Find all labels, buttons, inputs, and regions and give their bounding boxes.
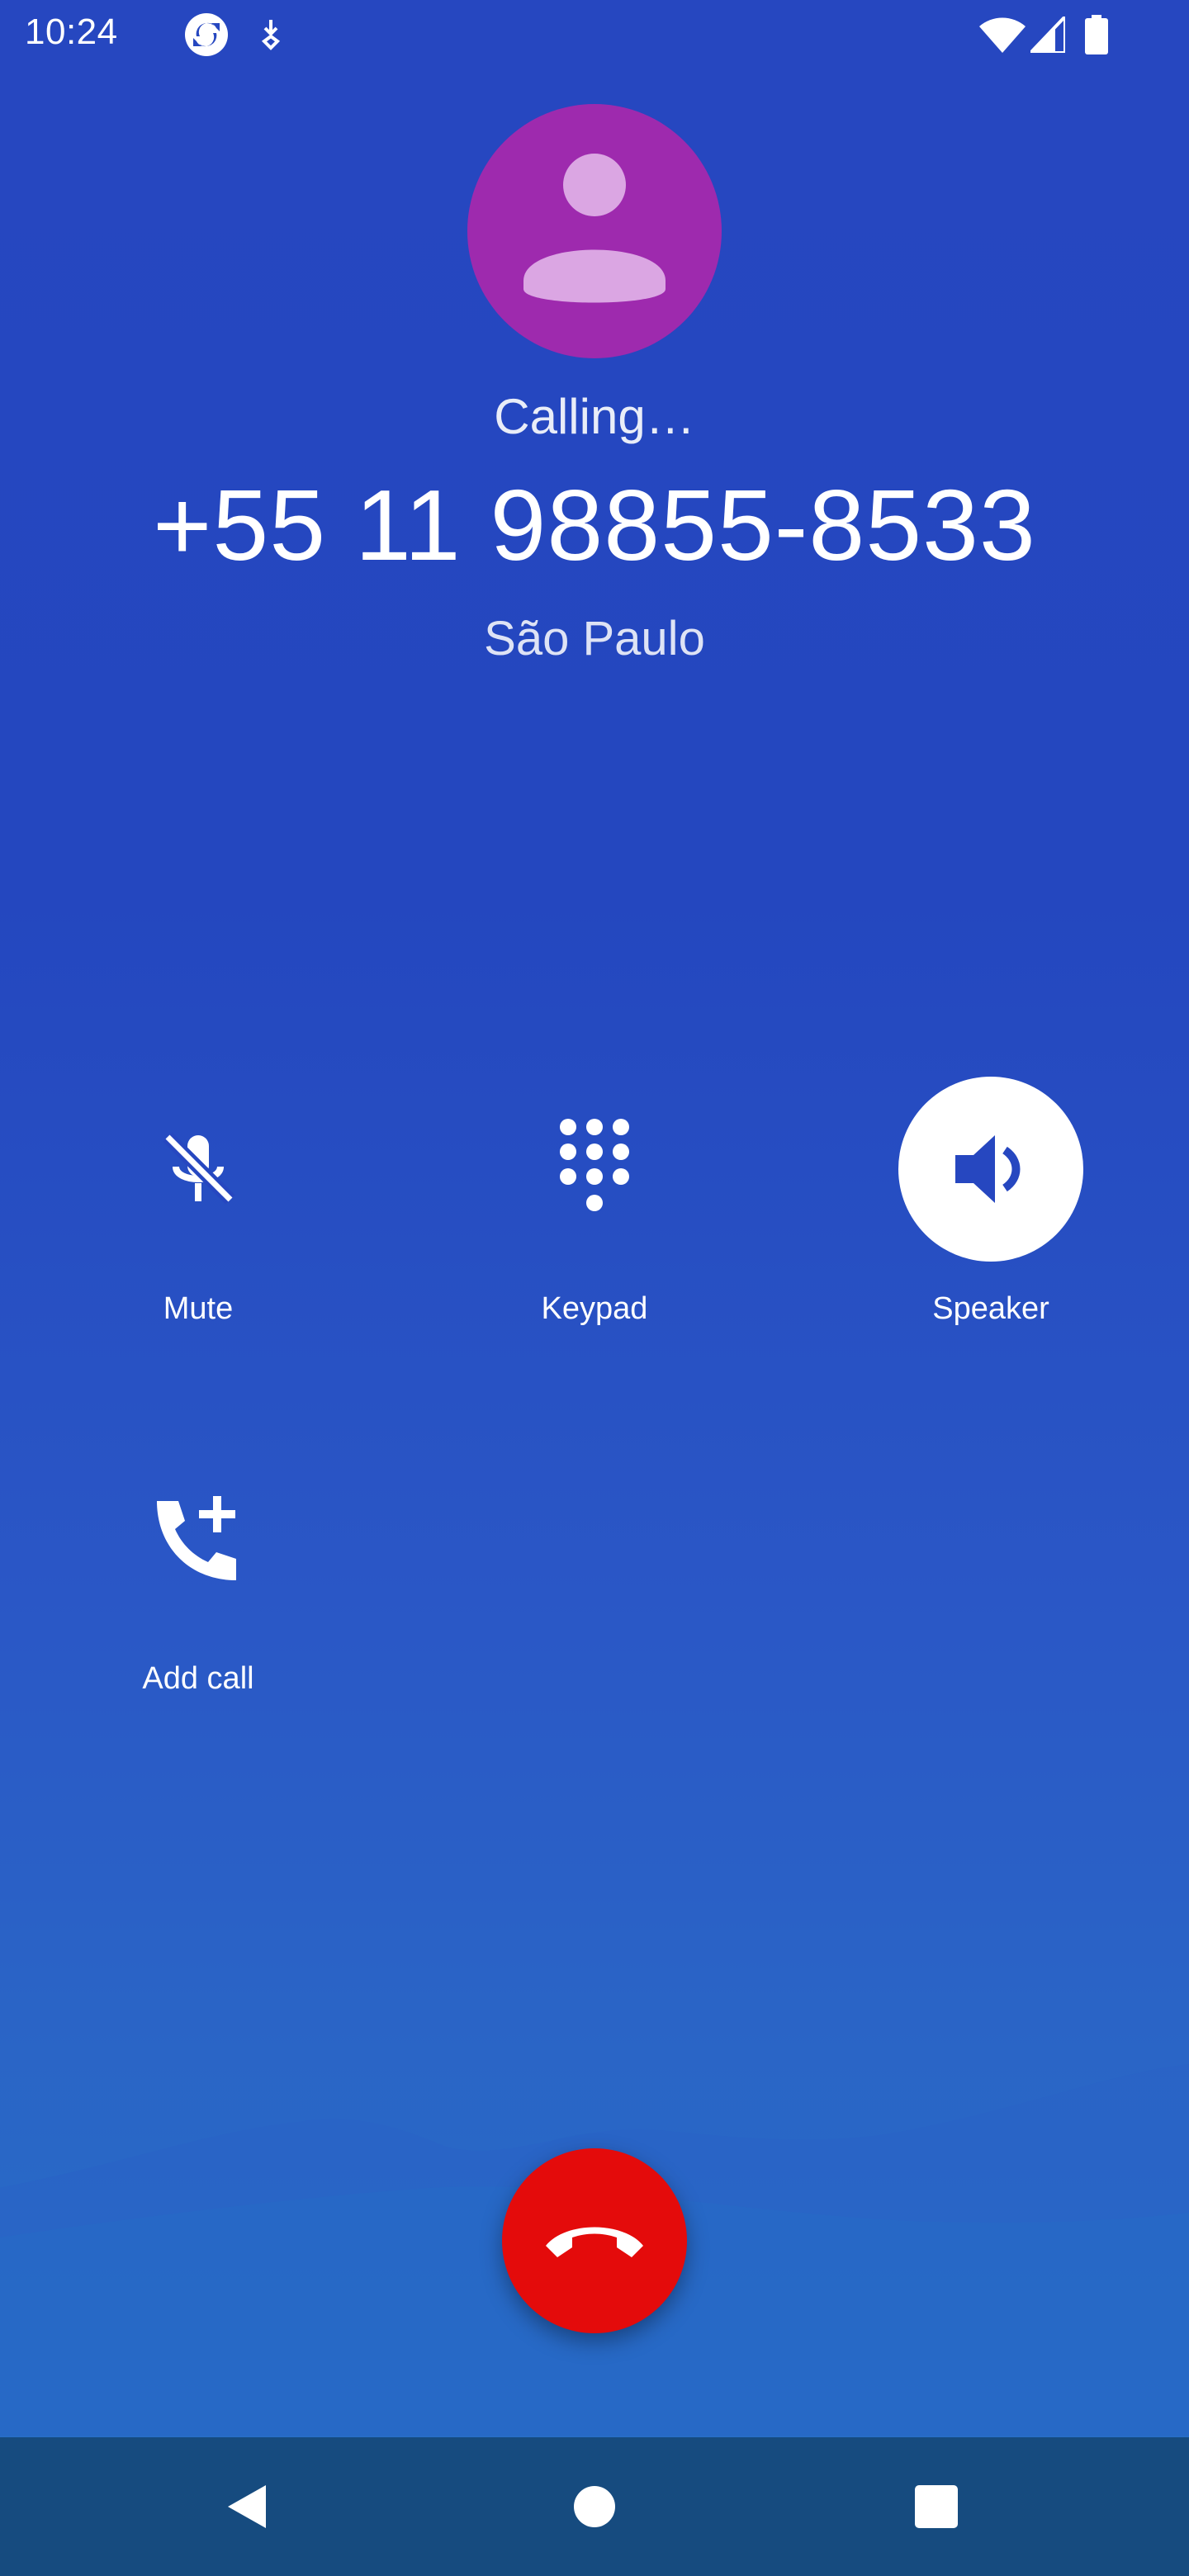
recents-button[interactable]: [854, 2437, 1019, 2576]
status-time: 10:24: [25, 12, 118, 52]
person-icon: [523, 154, 666, 303]
sync-icon: [183, 12, 230, 62]
navigation-bar: [0, 2437, 1189, 2576]
back-button[interactable]: [165, 2437, 330, 2576]
contact-avatar: [467, 104, 722, 358]
recents-icon: [915, 2485, 958, 2528]
battery-icon: [1085, 15, 1108, 59]
keypad-label: Keypad: [541, 1291, 648, 1326]
mic-off-icon: [106, 1077, 291, 1262]
add-call-label: Add call: [142, 1661, 254, 1696]
add-call-icon: [106, 1447, 291, 1631]
call-status: Calling…: [494, 389, 695, 444]
call-end-icon: [546, 2227, 643, 2257]
speaker-button[interactable]: Speaker: [867, 1077, 1115, 1327]
speaker-icon: [898, 1077, 1083, 1262]
add-call-button[interactable]: Add call: [74, 1447, 322, 1697]
home-icon: [574, 2486, 615, 2527]
in-call-screen: 10:24 Calling… +55 11 98855-8533 São Pau…: [0, 0, 1189, 2576]
mute-button[interactable]: Mute: [74, 1077, 322, 1327]
phone-number: +55 11 98855-8533: [153, 469, 1036, 581]
caller-location: São Paulo: [484, 612, 705, 665]
speaker-label: Speaker: [932, 1291, 1049, 1326]
dialpad-icon: [502, 1077, 687, 1262]
download-icon: [258, 18, 284, 55]
mute-label: Mute: [163, 1291, 234, 1326]
home-button[interactable]: [512, 2437, 677, 2576]
end-call-button[interactable]: [502, 2148, 687, 2333]
keypad-button[interactable]: Keypad: [471, 1077, 718, 1327]
wifi-icon: [979, 17, 1026, 57]
back-icon: [228, 2485, 266, 2528]
status-bar: 10:24: [0, 0, 1189, 69]
signal-icon: [1026, 12, 1067, 57]
